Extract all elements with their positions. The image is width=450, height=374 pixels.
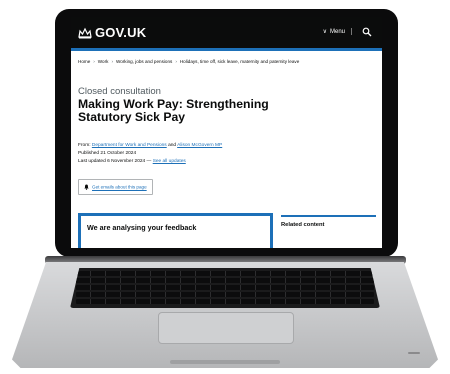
- from-and: and: [168, 143, 177, 148]
- key-row: [76, 292, 374, 297]
- published-date: Published 21 October 2024: [78, 151, 137, 156]
- breadcrumb: Home › Work › Working, jobs and pensions › Hol…: [78, 59, 375, 64]
- breadcrumb-separator: ›: [111, 59, 113, 64]
- menu-label: Menu: [329, 29, 345, 35]
- page-caption: Closed consultation: [78, 86, 161, 97]
- email-signup-button[interactable]: Get emails about this page: [78, 179, 153, 195]
- crown-icon: [78, 27, 92, 39]
- updated-line: Last updated 6 November 2024 — See all u…: [78, 158, 375, 166]
- email-signup-label: Get emails about this page: [92, 184, 147, 190]
- from-org-link[interactable]: Department for Work and Pensions: [92, 143, 167, 148]
- metadata: From: Department for Work and Pensions a…: [78, 142, 375, 166]
- key-row: [76, 299, 374, 304]
- key-row: [76, 278, 374, 283]
- search-icon[interactable]: [362, 27, 372, 37]
- govuk-header: GOV.UK ∨ Menu: [71, 17, 382, 51]
- related-content: Related content: [281, 215, 376, 228]
- see-all-updates-link[interactable]: See all updates: [153, 159, 186, 164]
- chevron-down-icon: ∨: [322, 29, 327, 35]
- updated-date: Last updated 6 November 2024 —: [78, 159, 152, 164]
- breadcrumb-work[interactable]: Work: [98, 59, 109, 64]
- key-row: [76, 271, 374, 276]
- from-label: From:: [78, 143, 91, 148]
- laptop-front-notch: [170, 360, 280, 364]
- keyboard: [70, 268, 380, 308]
- feedback-notice: We are analysing your feedback: [78, 213, 273, 248]
- trackpad: [158, 312, 294, 344]
- laptop-screen: GOV.UK ∨ Menu Home › Work › Working, jobs and…: [71, 17, 382, 248]
- breadcrumb-separator: ›: [175, 59, 177, 64]
- key-row: [76, 285, 374, 290]
- notice-text: We are analysing your feedback: [87, 223, 197, 232]
- menu-button[interactable]: ∨ Menu: [323, 28, 352, 35]
- from-line: From: Department for Work and Pensions a…: [78, 142, 375, 150]
- related-content-title: Related content: [281, 222, 325, 228]
- bell-icon: [84, 184, 89, 190]
- breadcrumb-working-jobs-pensions[interactable]: Working, jobs and pensions: [116, 59, 172, 64]
- breadcrumb-holidays-leave[interactable]: Holidays, time off, sick leave, maternit…: [180, 59, 299, 64]
- breadcrumb-separator: ›: [93, 59, 95, 64]
- page-title: Making Work Pay: Strengthening Statutory…: [78, 97, 269, 124]
- breadcrumb-home[interactable]: Home: [78, 59, 90, 64]
- status-light: [408, 352, 420, 354]
- govuk-logo[interactable]: GOV.UK: [95, 25, 146, 40]
- from-person-link[interactable]: Alison McGovern MP: [177, 143, 222, 148]
